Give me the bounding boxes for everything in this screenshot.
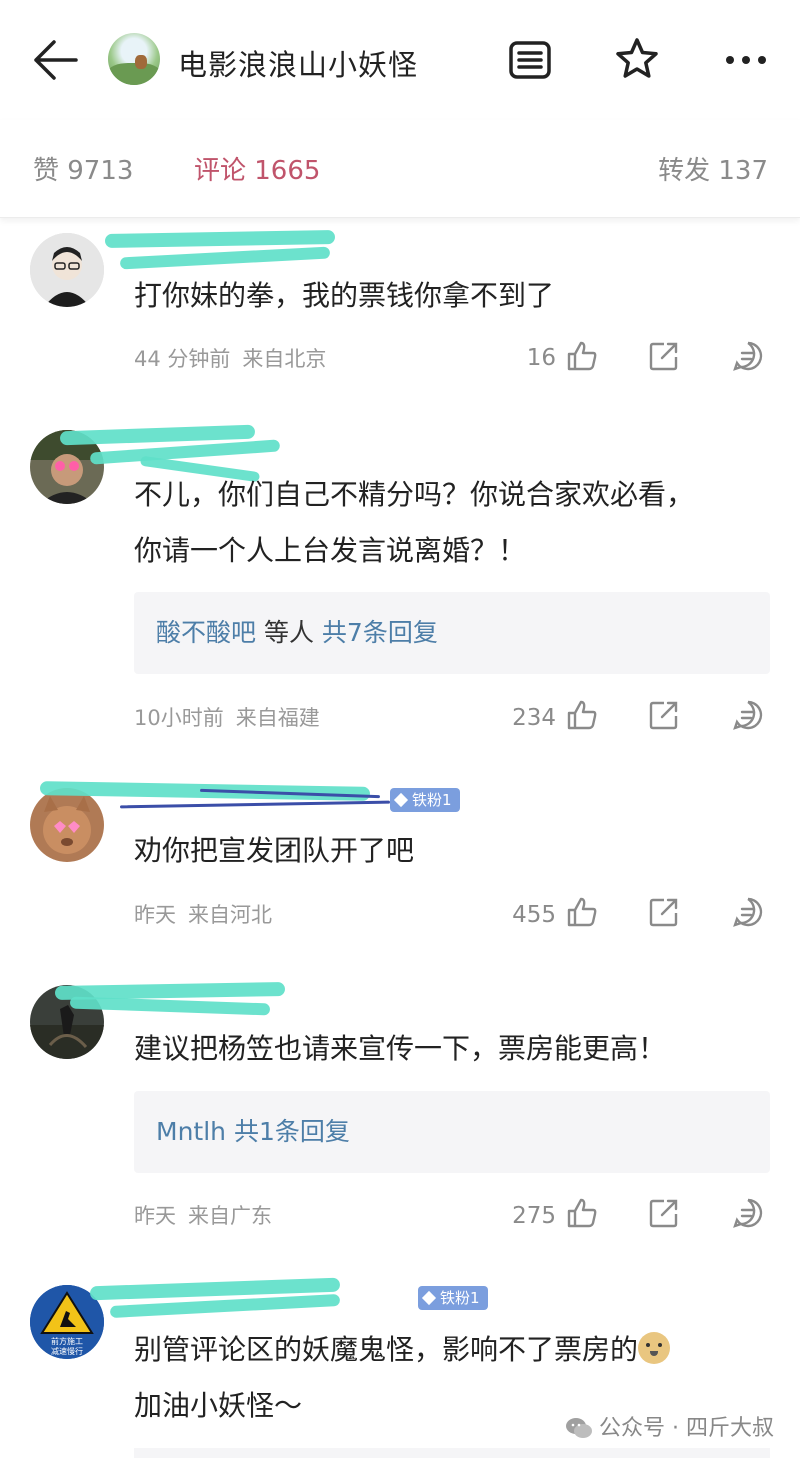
page-title[interactable]: 电影浪浪山小妖怪 xyxy=(178,42,418,84)
comment-meta: 10小时前 来自福建 xyxy=(134,706,320,730)
thumb-up-icon[interactable] xyxy=(566,896,598,928)
comment-meta: 昨天 来自广东 xyxy=(134,1204,272,1228)
list-icon[interactable] xyxy=(508,40,552,80)
tab-reposts[interactable]: 转发 137 xyxy=(658,150,768,187)
tab-comments[interactable]: 评论 1665 xyxy=(194,150,320,187)
avatar[interactable] xyxy=(30,233,104,307)
avatar-sign-line1: 前方施工 xyxy=(51,1336,83,1346)
comment-text: 建议把杨笠也请来宣传一下，票房能更高！ xyxy=(134,1032,667,1065)
doge-emoji-icon xyxy=(638,1332,671,1364)
tab-bar: 赞 9713 评论 1665 转发 137 xyxy=(0,120,800,218)
comment-meta: 44 分钟前 来自北京 xyxy=(134,347,327,371)
thumb-up-icon[interactable] xyxy=(566,699,598,731)
comment-icon[interactable] xyxy=(732,340,764,372)
thumb-up-icon[interactable] xyxy=(566,1197,598,1229)
comment-text: 不儿，你们自己不精分吗？你说合家欢必看， 你请一个人上台发言说离婚？！ xyxy=(134,478,695,567)
top-bar: 电影浪浪山小妖怪 xyxy=(0,0,800,120)
comment-icon[interactable] xyxy=(732,699,764,731)
like-count: 275 xyxy=(512,1203,556,1229)
fan-badge: 铁粉1 xyxy=(418,1286,488,1310)
redaction-mark xyxy=(119,800,391,809)
share-icon[interactable] xyxy=(648,1197,680,1229)
like-count: 16 xyxy=(526,345,556,371)
reply-preview[interactable]: Mntlh 共1条回复 xyxy=(134,1091,770,1173)
fan-badge: 铁粉1 xyxy=(390,788,460,812)
reply-preview[interactable]: 酸不酸吧 等人 共7条回复 xyxy=(134,592,770,674)
avatar[interactable] xyxy=(30,788,104,862)
reply-author[interactable]: 酸不酸吧 xyxy=(156,618,256,647)
reply-text: 等人 xyxy=(256,618,322,647)
redaction-mark xyxy=(104,229,336,249)
reply-author[interactable]: Mntlh xyxy=(156,1117,226,1146)
comment-icon[interactable] xyxy=(732,1197,764,1229)
reply-text xyxy=(226,1117,234,1146)
redaction-mark xyxy=(119,246,331,270)
comment-icon[interactable] xyxy=(732,896,764,928)
avatar-sign-line2: 减速慢行 xyxy=(51,1346,83,1356)
like-count: 455 xyxy=(512,902,556,928)
share-icon[interactable] xyxy=(648,340,680,372)
star-icon[interactable] xyxy=(614,36,660,82)
reply-count-link[interactable]: 共1条回复 xyxy=(234,1117,350,1146)
tab-likes[interactable]: 赞 9713 xyxy=(33,150,133,187)
account-avatar[interactable] xyxy=(108,33,160,85)
more-icon[interactable] xyxy=(722,40,770,80)
thumb-up-icon[interactable] xyxy=(566,340,598,372)
share-icon[interactable] xyxy=(648,699,680,731)
comment-text: 劝你把宣发团队开了吧 xyxy=(134,834,415,867)
back-arrow-icon[interactable] xyxy=(30,38,80,82)
comment-meta: 昨天 来自河北 xyxy=(134,903,272,927)
reply-count-link[interactable]: 共7条回复 xyxy=(322,618,438,647)
like-count: 234 xyxy=(512,705,556,731)
wechat-icon xyxy=(566,1418,592,1438)
reply-preview xyxy=(134,1448,770,1458)
comment-text: 打你妹的拳，我的票钱你拿不到了 xyxy=(134,279,555,312)
watermark: 公众号 · 四斤大叔 xyxy=(565,1410,774,1442)
share-icon[interactable] xyxy=(648,896,680,928)
